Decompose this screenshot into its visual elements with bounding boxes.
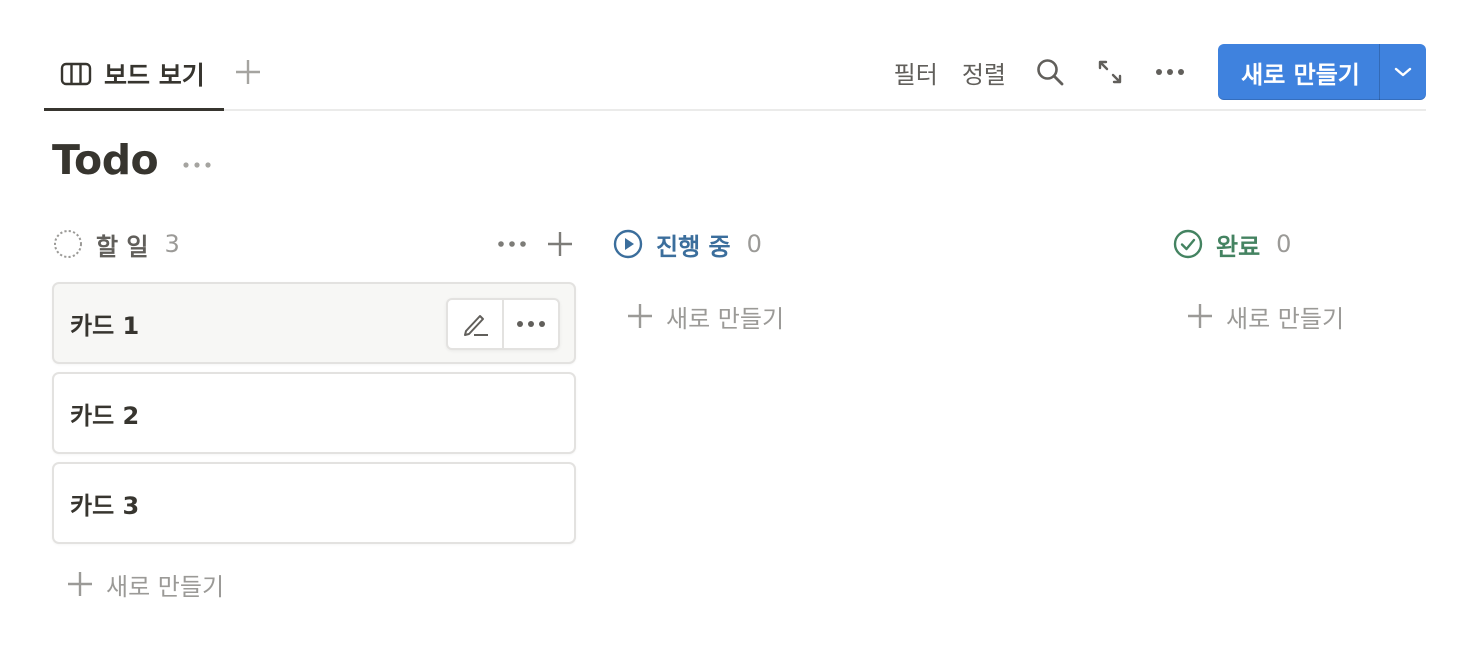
more-horizontal-icon xyxy=(517,321,545,327)
board-card[interactable]: 카드 1 xyxy=(52,282,576,364)
column-count: 0 xyxy=(1276,230,1292,258)
database-title-row: Todo xyxy=(52,136,214,184)
title-more-button[interactable] xyxy=(182,154,214,168)
more-horizontal-icon xyxy=(183,162,211,168)
plus-icon xyxy=(1188,304,1212,328)
page-title: Todo xyxy=(52,136,159,184)
column-more-button[interactable] xyxy=(496,228,528,260)
more-button[interactable] xyxy=(1154,56,1186,88)
board-columns-icon xyxy=(60,62,92,86)
tab-board-view-label: 보드 보기 xyxy=(104,61,205,90)
new-item-button[interactable]: 새로 만들기 xyxy=(1218,44,1426,100)
card-title: 카드 2 xyxy=(70,401,140,430)
more-horizontal-icon xyxy=(498,241,526,247)
expand-button[interactable] xyxy=(1094,56,1126,88)
filter-button[interactable]: 필터 xyxy=(894,55,938,90)
add-card-button[interactable]: 새로 만들기 xyxy=(1172,284,1432,348)
add-view-button[interactable] xyxy=(232,56,264,88)
sort-button[interactable]: 정렬 xyxy=(962,55,1006,90)
column-header: 할 일 3 xyxy=(52,222,576,266)
card-edit-button[interactable] xyxy=(448,300,502,348)
card-more-button[interactable] xyxy=(504,300,558,348)
expand-arrows-icon xyxy=(1098,60,1122,84)
new-item-dropdown-button[interactable] xyxy=(1380,66,1426,78)
plus-icon xyxy=(236,60,260,84)
column-count: 3 xyxy=(164,230,180,258)
check-circle-icon xyxy=(1172,228,1204,260)
board-column-in-progress: 진행 중 0 새로 만들기 xyxy=(612,222,1136,348)
column-name: 완료 xyxy=(1216,232,1261,261)
new-item-button-label: 새로 만들기 xyxy=(1241,60,1360,89)
column-count: 0 xyxy=(746,230,762,258)
board-card[interactable]: 카드 2 xyxy=(52,372,576,454)
column-name: 할 일 xyxy=(96,232,149,261)
dotted-circle-icon xyxy=(52,228,84,260)
card-title: 카드 1 xyxy=(70,311,140,340)
add-card-label: 새로 만들기 xyxy=(1226,304,1345,333)
tab-board-view[interactable]: 보드 보기 xyxy=(44,40,224,111)
toolbar-actions: 필터 정렬 새로 만들기 xyxy=(894,44,1426,100)
add-card-button[interactable]: 새로 만들기 xyxy=(612,284,1136,348)
board-card[interactable]: 카드 3 xyxy=(52,462,576,544)
column-actions xyxy=(480,228,576,260)
plus-icon xyxy=(548,232,572,256)
column-add-button[interactable] xyxy=(544,228,576,260)
column-name: 진행 중 xyxy=(656,232,731,261)
add-card-button[interactable]: 새로 만들기 xyxy=(52,552,576,616)
pencil-icon xyxy=(464,315,488,336)
view-toolbar: 보드 보기 필터 정렬 새로 만들기 xyxy=(44,40,1426,111)
play-circle-icon xyxy=(612,228,644,260)
add-card-label: 새로 만들기 xyxy=(666,304,785,333)
board-column-done: 완료 0 새로 만들기 xyxy=(1172,222,1432,348)
board-column-todo: 할 일 3 카드 1 카드 2 카드 3 새로 만들기 xyxy=(52,222,576,616)
card-title: 카드 3 xyxy=(70,491,140,520)
plus-icon xyxy=(628,304,652,328)
column-header: 완료 0 xyxy=(1172,222,1432,266)
add-card-label: 새로 만들기 xyxy=(106,572,225,601)
plus-icon xyxy=(68,572,92,596)
card-hover-actions xyxy=(446,298,560,350)
column-header: 진행 중 0 xyxy=(612,222,1136,266)
chevron-down-icon xyxy=(1394,67,1412,77)
search-button[interactable] xyxy=(1034,56,1066,88)
search-icon xyxy=(1037,59,1064,86)
more-horizontal-icon xyxy=(1156,69,1184,75)
